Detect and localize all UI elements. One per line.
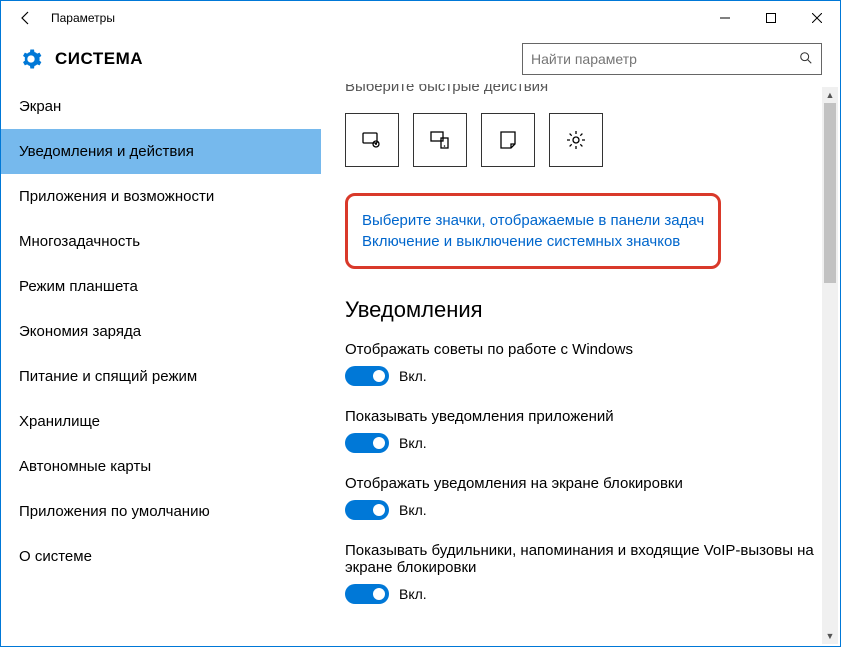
- qa-tablet-mode[interactable]: [345, 113, 399, 167]
- toggle-state: Вкл.: [399, 368, 427, 384]
- sidebar-item-defaults[interactable]: Приложения по умолчанию: [1, 489, 321, 534]
- sidebar-item-power[interactable]: Питание и спящий режим: [1, 354, 321, 399]
- sidebar-item-maps[interactable]: Автономные карты: [1, 444, 321, 489]
- back-button[interactable]: [9, 1, 43, 35]
- qa-settings[interactable]: [549, 113, 603, 167]
- highlighted-links: Выберите значки, отображаемые в панели з…: [345, 193, 721, 269]
- sidebar-item-apps[interactable]: Приложения и возможности: [1, 174, 321, 219]
- setting-label: Показывать уведомления приложений: [345, 408, 816, 425]
- search-input[interactable]: [531, 51, 799, 67]
- content: Выберите быстрые действия Выберите значк…: [321, 84, 840, 646]
- gear-icon: [19, 47, 43, 71]
- qa-note[interactable]: [481, 113, 535, 167]
- toggle-lockscreen-notifications[interactable]: [345, 500, 389, 520]
- link-system-icons[interactable]: Включение и выключение системных значков: [362, 233, 704, 250]
- header: СИСТЕМА: [1, 35, 840, 83]
- section-notifications-title: Уведомления: [345, 297, 816, 323]
- sidebar: Экран Уведомления и действия Приложения …: [1, 84, 321, 646]
- setting-label: Отображать уведомления на экране блокиро…: [345, 475, 816, 492]
- window-title: Параметры: [43, 11, 115, 25]
- body: Экран Уведомления и действия Приложения …: [1, 83, 840, 646]
- qa-project[interactable]: [413, 113, 467, 167]
- search-box[interactable]: [522, 43, 822, 75]
- minimize-button[interactable]: [702, 1, 748, 35]
- sidebar-item-about[interactable]: О системе: [1, 534, 321, 579]
- quick-actions: [345, 113, 816, 167]
- sidebar-item-screen[interactable]: Экран: [1, 84, 321, 129]
- sidebar-item-notifications[interactable]: Уведомления и действия: [1, 129, 321, 174]
- close-button[interactable]: [794, 1, 840, 35]
- setting-label: Отображать советы по работе с Windows: [345, 341, 816, 358]
- scrollbar-up-icon[interactable]: ▲: [822, 87, 838, 103]
- settings-window: Параметры СИСТЕМА Экран Увед: [0, 0, 841, 647]
- cutoff-heading: Выберите быстрые действия: [345, 84, 816, 95]
- window-controls: [702, 1, 840, 35]
- link-taskbar-icons[interactable]: Выберите значки, отображаемые в панели з…: [362, 212, 704, 229]
- scrollbar-down-icon[interactable]: ▼: [822, 628, 838, 644]
- maximize-button[interactable]: [748, 1, 794, 35]
- setting-lockscreen-notifications: Отображать уведомления на экране блокиро…: [345, 475, 816, 520]
- sidebar-item-storage[interactable]: Хранилище: [1, 399, 321, 444]
- sidebar-item-multitasking[interactable]: Многозадачность: [1, 219, 321, 264]
- scrollbar-thumb[interactable]: [824, 103, 836, 283]
- setting-label: Показывать будильники, напоминания и вхо…: [345, 542, 816, 576]
- toggle-windows-tips[interactable]: [345, 366, 389, 386]
- titlebar: Параметры: [1, 1, 840, 35]
- setting-app-notifications: Показывать уведомления приложений Вкл.: [345, 408, 816, 453]
- toggle-app-notifications[interactable]: [345, 433, 389, 453]
- toggle-state: Вкл.: [399, 502, 427, 518]
- toggle-alarms-voip[interactable]: [345, 584, 389, 604]
- toggle-state: Вкл.: [399, 586, 427, 602]
- setting-windows-tips: Отображать советы по работе с Windows Вк…: [345, 341, 816, 386]
- search-icon: [799, 51, 813, 68]
- sidebar-item-battery[interactable]: Экономия заряда: [1, 309, 321, 354]
- setting-alarms-voip: Показывать будильники, напоминания и вхо…: [345, 542, 816, 604]
- toggle-state: Вкл.: [399, 435, 427, 451]
- page-title: СИСТЕМА: [55, 49, 143, 69]
- sidebar-item-tablet[interactable]: Режим планшета: [1, 264, 321, 309]
- scrollbar[interactable]: ▲ ▼: [822, 87, 838, 644]
